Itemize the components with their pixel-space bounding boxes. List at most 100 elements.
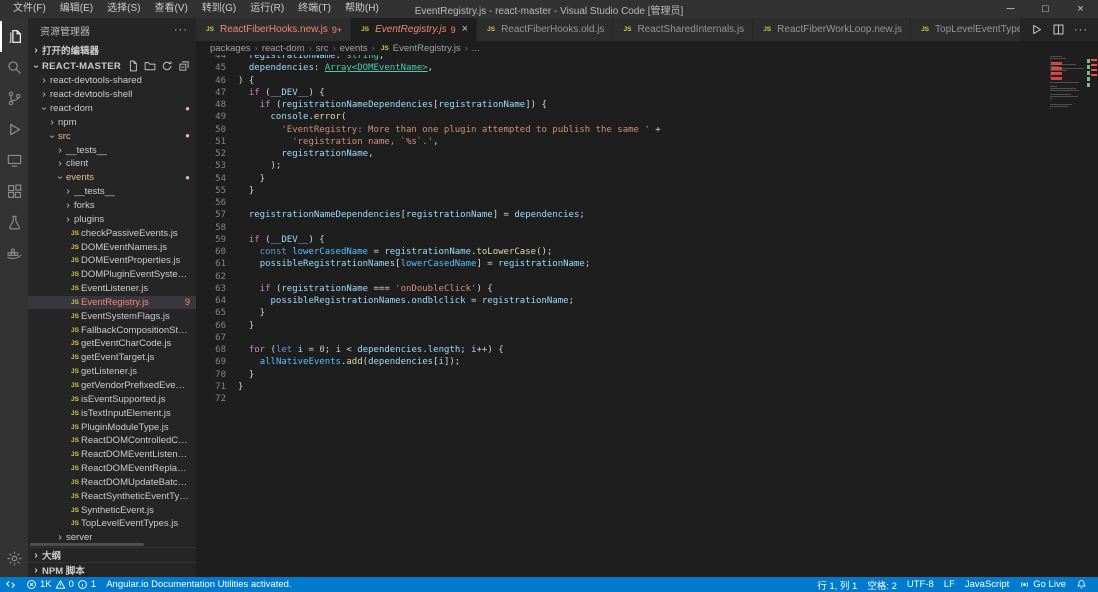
breadcrumb-item[interactable]: react-dom: [262, 43, 305, 54]
chevron-right-icon: ›: [54, 158, 66, 169]
open-editors-section[interactable]: › 打开的编辑器: [28, 42, 196, 58]
activity-search[interactable]: [0, 52, 28, 83]
status-message[interactable]: Angular.io Documentation Utilities activ…: [101, 577, 296, 592]
root-folder-header[interactable]: › REACT-MASTER: [28, 58, 196, 74]
tree-item[interactable]: JSDOMPluginEventSystem.js: [28, 268, 196, 282]
close-icon[interactable]: ×: [462, 24, 468, 35]
go-live[interactable]: Go Live: [1014, 577, 1071, 592]
eol[interactable]: LF: [939, 577, 960, 592]
breadcrumb-item[interactable]: packages: [210, 43, 251, 54]
breadcrumb-item[interactable]: events: [340, 43, 368, 54]
tree-item[interactable]: JSSyntheticEvent.js: [28, 503, 196, 517]
menu-file[interactable]: 文件(F): [6, 0, 53, 18]
remote-indicator[interactable]: [0, 577, 21, 592]
activity-extensions[interactable]: [0, 176, 28, 207]
collapse-all-icon[interactable]: [178, 60, 190, 72]
tree-item[interactable]: JSgetEventCharCode.js: [28, 337, 196, 351]
encoding[interactable]: UTF-8: [902, 577, 939, 592]
tree-item[interactable]: ›events●: [28, 171, 196, 185]
tree-item[interactable]: JSReactDOMControlledCompone...: [28, 434, 196, 448]
run-button[interactable]: [1030, 23, 1043, 36]
more-actions-icon[interactable]: ···: [174, 24, 188, 36]
tree-item[interactable]: JSisTextInputElement.js: [28, 406, 196, 420]
new-file-icon[interactable]: [127, 60, 139, 72]
tree-item[interactable]: JSgetEventTarget.js: [28, 351, 196, 365]
overview-ruler[interactable]: [1089, 55, 1098, 577]
menu-view[interactable]: 查看(V): [147, 0, 194, 18]
tree-item[interactable]: JSReactDOMEventReplaying.js: [28, 462, 196, 476]
tree-item[interactable]: JSDOMEventNames.js: [28, 240, 196, 254]
activity-docker[interactable]: [0, 238, 28, 269]
problems-status[interactable]: 1K01: [21, 577, 101, 592]
npm-scripts-section[interactable]: › NPM 脚本: [28, 562, 196, 577]
activity-source-control[interactable]: [0, 83, 28, 114]
activity-remote-explorer[interactable]: [0, 145, 28, 176]
tree-item[interactable]: ›npm: [28, 116, 196, 130]
tree-item[interactable]: ›server: [28, 531, 196, 542]
indentation[interactable]: 空格: 2: [862, 577, 902, 592]
tree-item[interactable]: ›forks: [28, 199, 196, 213]
tree-item[interactable]: JSReactDOMEventListener.js: [28, 448, 196, 462]
menu-terminal[interactable]: 终端(T): [291, 0, 338, 18]
tree-item[interactable]: JSReactSyntheticEventType.js: [28, 489, 196, 503]
code-content: 44 registrationName: string,45 dependenc…: [196, 55, 1042, 405]
tree-item[interactable]: JSTopLevelEventTypes.js: [28, 517, 196, 531]
split-editor-button[interactable]: [1052, 23, 1065, 36]
tree-item[interactable]: JSFallbackCompositionState.js: [28, 323, 196, 337]
tree-item[interactable]: ›client: [28, 157, 196, 171]
notifications[interactable]: [1071, 577, 1092, 592]
tree-item[interactable]: ›src●: [28, 129, 196, 143]
tab-0[interactable]: JSReactFiberHooks.new.js9+: [196, 18, 351, 41]
breadcrumb-item[interactable]: ...: [472, 43, 480, 54]
code-line: 57 registrationNameDependencies[registra…: [196, 209, 1042, 221]
tab-2[interactable]: JSReactFiberHooks.old.js: [477, 18, 613, 41]
refresh-icon[interactable]: [161, 60, 173, 72]
tree-item-label: plugins: [74, 214, 104, 225]
menu-edit[interactable]: 编辑(E): [53, 0, 100, 18]
menu-go[interactable]: 转到(G): [195, 0, 243, 18]
tree-item[interactable]: ›react-devtools-shared: [28, 74, 196, 88]
language-mode[interactable]: JavaScript: [960, 577, 1014, 592]
activity-run-debug[interactable]: [0, 114, 28, 145]
tree-item[interactable]: JSgetVendorPrefixedEventName.js: [28, 379, 196, 393]
more-button[interactable]: ···: [1074, 24, 1088, 36]
new-folder-icon[interactable]: [144, 60, 156, 72]
tree-item[interactable]: JSEventSystemFlags.js: [28, 309, 196, 323]
tree-item[interactable]: ›plugins: [28, 212, 196, 226]
activity-explorer[interactable]: [0, 21, 28, 52]
menu-run[interactable]: 运行(R): [243, 0, 291, 18]
activity-testing[interactable]: [0, 207, 28, 238]
line-number: 67: [196, 332, 226, 344]
tree-item[interactable]: ›react-dom●: [28, 102, 196, 116]
tree-item[interactable]: ›__tests__: [28, 143, 196, 157]
tab-5[interactable]: JSTopLevelEventTypes.js: [911, 18, 1020, 41]
breadcrumb-item[interactable]: src: [316, 43, 329, 54]
tree-item[interactable]: JSPluginModuleType.js: [28, 420, 196, 434]
tree-item[interactable]: JSReactDOMUpdateBatching.js: [28, 475, 196, 489]
activity-settings[interactable]: [0, 543, 28, 574]
code-editor[interactable]: 44 registrationName: string,45 dependenc…: [196, 55, 1098, 577]
menu-selection[interactable]: 选择(S): [100, 0, 147, 18]
minimize-button[interactable]: ─: [993, 0, 1028, 18]
tree-item[interactable]: ›__tests__: [28, 185, 196, 199]
sidebar-scrollbar[interactable]: [30, 543, 144, 546]
tab-1[interactable]: JSEventRegistry.js9×: [351, 18, 477, 41]
tree-item[interactable]: JSDOMEventProperties.js: [28, 254, 196, 268]
breadcrumb-item[interactable]: JSEventRegistry.js: [379, 43, 461, 54]
tree-item[interactable]: JSEventListener.js: [28, 282, 196, 296]
close-button[interactable]: ×: [1063, 0, 1098, 18]
minimap[interactable]: [1050, 56, 1088, 114]
tree-item[interactable]: JSEventRegistry.js9: [28, 296, 196, 310]
tab-4[interactable]: JSReactFiberWorkLoop.new.js: [753, 18, 911, 41]
menu-help[interactable]: 帮助(H): [338, 0, 386, 18]
tree-item[interactable]: JScheckPassiveEvents.js: [28, 226, 196, 240]
cursor-position[interactable]: 行 1, 列 1: [812, 577, 862, 592]
tab-3[interactable]: JSReactSharedInternals.js: [613, 18, 753, 41]
code-line: 72: [196, 393, 1042, 405]
maximize-button[interactable]: □: [1028, 0, 1063, 18]
remote-explorer-icon: [6, 152, 23, 169]
tree-item[interactable]: JSisEventSupported.js: [28, 392, 196, 406]
tree-item[interactable]: ›react-devtools-shell: [28, 88, 196, 102]
outline-section[interactable]: › 大纲: [28, 547, 196, 562]
tree-item[interactable]: JSgetListener.js: [28, 365, 196, 379]
